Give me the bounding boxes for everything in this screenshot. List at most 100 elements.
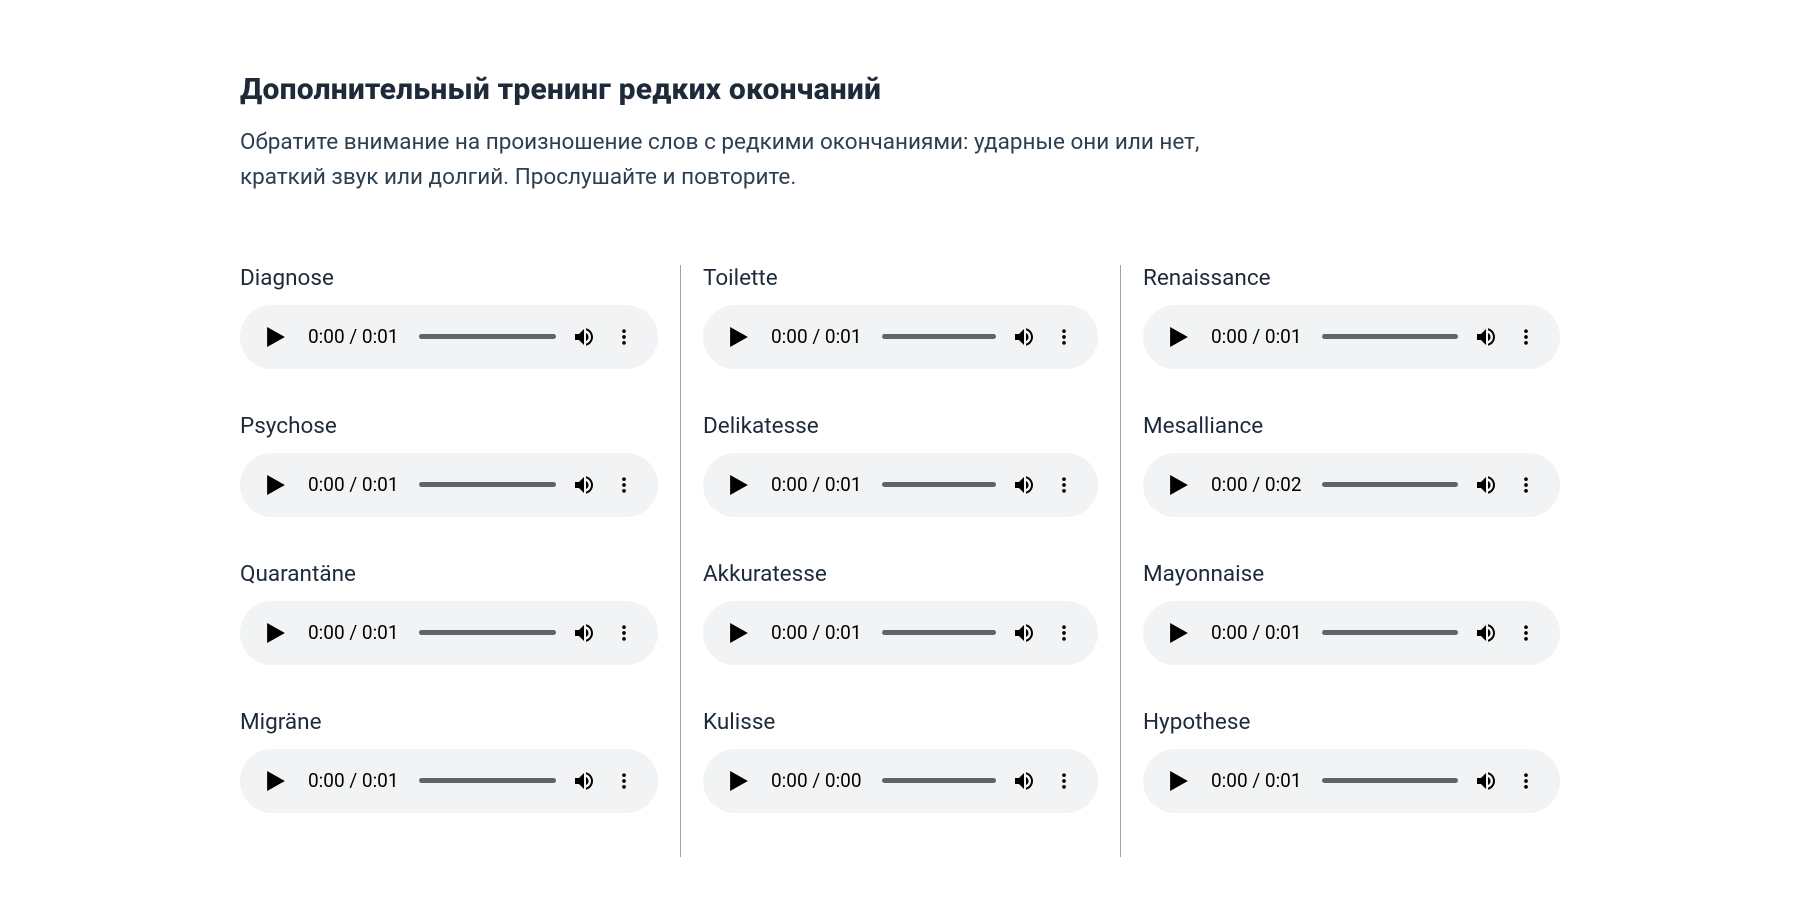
time-display: 0:00 / 0:01 (308, 621, 399, 644)
audio-item: Kulisse 0:00 / 0:00 (703, 709, 1098, 813)
more-icon[interactable] (612, 325, 636, 349)
seek-bar[interactable] (419, 334, 556, 339)
play-icon[interactable] (1169, 623, 1189, 643)
more-icon[interactable] (1514, 769, 1538, 793)
audio-item: Delikatesse 0:00 / 0:01 (703, 413, 1098, 517)
play-icon[interactable] (729, 475, 749, 495)
volume-icon[interactable] (572, 621, 596, 645)
audio-player: 0:00 / 0:01 (703, 305, 1098, 369)
play-icon[interactable] (1169, 475, 1189, 495)
word-label: Migräne (240, 709, 658, 735)
play-icon[interactable] (1169, 327, 1189, 347)
audio-item: Mayonnaise 0:00 / 0:01 (1143, 561, 1560, 665)
word-label: Diagnose (240, 265, 658, 291)
play-icon[interactable] (266, 771, 286, 791)
word-label: Toilette (703, 265, 1098, 291)
time-display: 0:00 / 0:01 (1211, 621, 1302, 644)
play-icon[interactable] (729, 327, 749, 347)
volume-icon[interactable] (1474, 473, 1498, 497)
audio-item: Akkuratesse 0:00 / 0:01 (703, 561, 1098, 665)
word-label: Mayonnaise (1143, 561, 1560, 587)
volume-icon[interactable] (572, 473, 596, 497)
volume-icon[interactable] (1474, 769, 1498, 793)
audio-item: Migräne 0:00 / 0:01 (240, 709, 658, 813)
time-display: 0:00 / 0:01 (771, 325, 862, 348)
play-icon[interactable] (729, 623, 749, 643)
audio-item: Hypothese 0:00 / 0:01 (1143, 709, 1560, 813)
more-icon[interactable] (1514, 473, 1538, 497)
play-icon[interactable] (729, 771, 749, 791)
audio-player: 0:00 / 0:01 (240, 749, 658, 813)
more-icon[interactable] (1052, 473, 1076, 497)
audio-player: 0:00 / 0:01 (240, 453, 658, 517)
more-icon[interactable] (1514, 325, 1538, 349)
more-icon[interactable] (612, 621, 636, 645)
audio-player: 0:00 / 0:01 (240, 305, 658, 369)
volume-icon[interactable] (1012, 769, 1036, 793)
word-label: Renaissance (1143, 265, 1560, 291)
word-label: Quarantäne (240, 561, 658, 587)
volume-icon[interactable] (1474, 325, 1498, 349)
audio-item: Mesalliance 0:00 / 0:02 (1143, 413, 1560, 517)
time-display: 0:00 / 0:01 (308, 769, 399, 792)
seek-bar[interactable] (882, 482, 996, 487)
seek-bar[interactable] (419, 778, 556, 783)
volume-icon[interactable] (1474, 621, 1498, 645)
time-display: 0:00 / 0:01 (1211, 769, 1302, 792)
word-label: Kulisse (703, 709, 1098, 735)
time-display: 0:00 / 0:01 (308, 325, 399, 348)
audio-item: Quarantäne 0:00 / 0:01 (240, 561, 658, 665)
seek-bar[interactable] (1322, 334, 1458, 339)
audio-player: 0:00 / 0:01 (703, 601, 1098, 665)
audio-player: 0:00 / 0:01 (240, 601, 658, 665)
more-icon[interactable] (1052, 325, 1076, 349)
seek-bar[interactable] (882, 630, 996, 635)
seek-bar[interactable] (419, 482, 556, 487)
audio-player: 0:00 / 0:01 (1143, 305, 1560, 369)
play-icon[interactable] (266, 327, 286, 347)
time-display: 0:00 / 0:01 (1211, 325, 1302, 348)
volume-icon[interactable] (572, 769, 596, 793)
seek-bar[interactable] (882, 334, 996, 339)
more-icon[interactable] (1052, 621, 1076, 645)
audio-player: 0:00 / 0:01 (703, 453, 1098, 517)
word-label: Akkuratesse (703, 561, 1098, 587)
seek-bar[interactable] (1322, 482, 1458, 487)
play-icon[interactable] (266, 623, 286, 643)
audio-player: 0:00 / 0:01 (1143, 749, 1560, 813)
seek-bar[interactable] (882, 778, 996, 783)
time-display: 0:00 / 0:01 (771, 473, 862, 496)
word-label: Delikatesse (703, 413, 1098, 439)
audio-player: 0:00 / 0:00 (703, 749, 1098, 813)
audio-column: Diagnose0:00 / 0:01Psychose0:00 / 0:01Qu… (240, 265, 680, 857)
audio-item: Renaissance 0:00 / 0:01 (1143, 265, 1560, 369)
audio-grid: Diagnose0:00 / 0:01Psychose0:00 / 0:01Qu… (240, 265, 1560, 857)
more-icon[interactable] (1514, 621, 1538, 645)
time-display: 0:00 / 0:02 (1211, 473, 1302, 496)
word-label: Mesalliance (1143, 413, 1560, 439)
audio-player: 0:00 / 0:01 (1143, 601, 1560, 665)
volume-icon[interactable] (572, 325, 596, 349)
section-title: Дополнительный тренинг редких окончаний (240, 72, 1560, 107)
audio-item: Diagnose 0:00 / 0:01 (240, 265, 658, 369)
seek-bar[interactable] (1322, 778, 1458, 783)
audio-item: Toilette 0:00 / 0:01 (703, 265, 1098, 369)
section-description: Обратите внимание на произношение слов с… (240, 125, 1240, 195)
time-display: 0:00 / 0:00 (771, 769, 862, 792)
volume-icon[interactable] (1012, 325, 1036, 349)
audio-item: Psychose0:00 / 0:01 (240, 413, 658, 517)
more-icon[interactable] (612, 769, 636, 793)
seek-bar[interactable] (1322, 630, 1458, 635)
audio-column: Toilette 0:00 / 0:01 Delikatesse 0:00 / 0:0… (680, 265, 1120, 857)
volume-icon[interactable] (1012, 473, 1036, 497)
more-icon[interactable] (612, 473, 636, 497)
audio-player: 0:00 / 0:02 (1143, 453, 1560, 517)
seek-bar[interactable] (419, 630, 556, 635)
play-icon[interactable] (266, 475, 286, 495)
word-label: Hypothese (1143, 709, 1560, 735)
time-display: 0:00 / 0:01 (308, 473, 399, 496)
time-display: 0:00 / 0:01 (771, 621, 862, 644)
play-icon[interactable] (1169, 771, 1189, 791)
more-icon[interactable] (1052, 769, 1076, 793)
volume-icon[interactable] (1012, 621, 1036, 645)
